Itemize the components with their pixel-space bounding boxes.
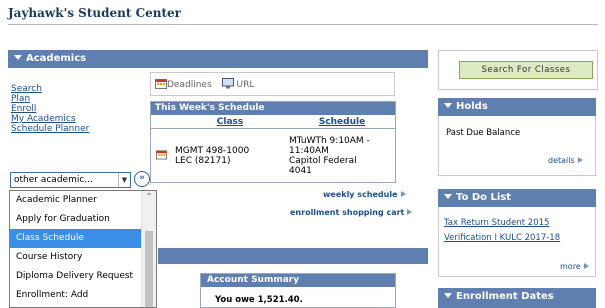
academics-header[interactable]: Academics: [8, 50, 428, 68]
other-academic-select[interactable]: other academic... ▼: [10, 172, 131, 188]
account-summary-title: Account Summary: [201, 274, 395, 287]
academics-header-label: Academics: [26, 53, 87, 64]
class-code: MGMT 498-1000: [175, 145, 250, 156]
collapse-triangle-icon: [444, 293, 452, 298]
deadlines-label: Deadlines: [167, 80, 212, 90]
schedule-title: This Week's Schedule: [151, 102, 395, 115]
page-title: Jayhawk's Student Center: [8, 6, 181, 20]
todo-header[interactable]: To Do List: [438, 189, 596, 207]
url-link[interactable]: URL: [221, 78, 255, 90]
dropdown-scrollbar[interactable]: ⌃: [141, 191, 156, 307]
go-button[interactable]: »: [134, 171, 150, 187]
schedule-days-time: MTuWTh 9:10AM -: [289, 135, 370, 146]
arrow-right-icon: [400, 191, 406, 197]
table-row: MGMT 498-1000 LEC (82171) MTuWTh 9:10AM …: [151, 129, 395, 182]
holds-header[interactable]: Holds: [438, 98, 596, 116]
shopping-cart-label: enrollment shopping cart: [290, 208, 405, 217]
weekly-schedule-label: weekly schedule: [323, 190, 398, 199]
finances-header[interactable]: [158, 248, 428, 264]
holds-header-label: Holds: [456, 101, 488, 112]
option-class-schedule[interactable]: Class Schedule: [10, 229, 156, 248]
title-divider: [8, 24, 598, 25]
todo-item[interactable]: Tax Return Student 2015: [444, 218, 549, 228]
todo-more-link[interactable]: more: [560, 262, 589, 271]
link-search[interactable]: Search: [11, 84, 89, 94]
scrollbar-thumb[interactable]: [145, 231, 153, 307]
account-summary-box: Account Summary You owe 1,521.40.: [200, 273, 396, 308]
collapse-triangle-icon: [444, 194, 452, 199]
search-for-classes-button[interactable]: Search For Classes: [459, 61, 593, 79]
option-enrollment-add[interactable]: Enrollment: Add: [10, 286, 156, 305]
enrollment-dates-header[interactable]: Enrollment Dates: [438, 288, 596, 308]
arrow-right-icon: [407, 209, 413, 215]
details-label: details: [548, 156, 575, 165]
enrollment-shopping-cart-link[interactable]: enrollment shopping cart: [290, 208, 413, 217]
schedule-room: 4041: [289, 165, 312, 176]
calendar-icon: [155, 79, 167, 89]
schedule-end-time: 11:40AM: [289, 145, 329, 156]
more-label: more: [560, 262, 581, 271]
collapse-triangle-icon: [444, 103, 452, 108]
link-schedule-planner[interactable]: Schedule Planner: [11, 124, 89, 134]
link-plan[interactable]: Plan: [11, 94, 89, 104]
todo-item[interactable]: Verification I KULC 2017-18: [444, 233, 560, 243]
amount-owed: You owe 1,521.40.: [215, 295, 303, 305]
academics-links: Search Plan Enroll My Academics Schedule…: [11, 84, 89, 134]
deadlines-link[interactable]: Deadlines: [155, 78, 212, 90]
class-section: LEC (82171): [175, 155, 231, 166]
column-header-class[interactable]: Class: [171, 115, 289, 128]
option-apply-for-graduation[interactable]: Apply for Graduation: [10, 210, 156, 229]
url-label: URL: [236, 80, 255, 90]
quick-links-box: Deadlines URL: [150, 72, 395, 96]
scroll-up-icon[interactable]: ⌃: [142, 191, 156, 203]
chevron-down-icon[interactable]: ▼: [118, 173, 130, 187]
dropdown-options-list: Academic Planner Apply for Graduation Cl…: [9, 190, 157, 308]
option-academic-planner[interactable]: Academic Planner: [10, 191, 156, 210]
weekly-schedule-table: This Week's Schedule Class Schedule MGMT…: [150, 101, 396, 183]
weekly-schedule-link[interactable]: weekly schedule: [323, 190, 406, 199]
schedule-building: Capitol Federal: [289, 155, 357, 166]
hold-item: Past Due Balance: [446, 128, 521, 138]
schedule-header-row: Class Schedule: [151, 115, 395, 129]
column-header-schedule[interactable]: Schedule: [289, 115, 395, 128]
calendar-icon: [155, 149, 167, 160]
link-enroll[interactable]: Enroll: [11, 104, 89, 114]
select-value: other academic...: [14, 175, 93, 185]
option-diploma-delivery-request[interactable]: Diploma Delivery Request: [10, 267, 156, 286]
enrollment-dates-label: Enrollment Dates: [456, 291, 554, 302]
holds-panel: [438, 116, 596, 176]
option-course-history[interactable]: Course History: [10, 248, 156, 267]
arrow-right-icon: [583, 263, 589, 269]
link-my-academics[interactable]: My Academics: [11, 114, 89, 124]
todo-header-label: To Do List: [456, 192, 512, 203]
holds-details-link[interactable]: details: [548, 156, 583, 165]
monitor-icon: [221, 78, 234, 89]
collapse-triangle-icon: [14, 55, 22, 60]
arrow-right-icon: [577, 157, 583, 163]
